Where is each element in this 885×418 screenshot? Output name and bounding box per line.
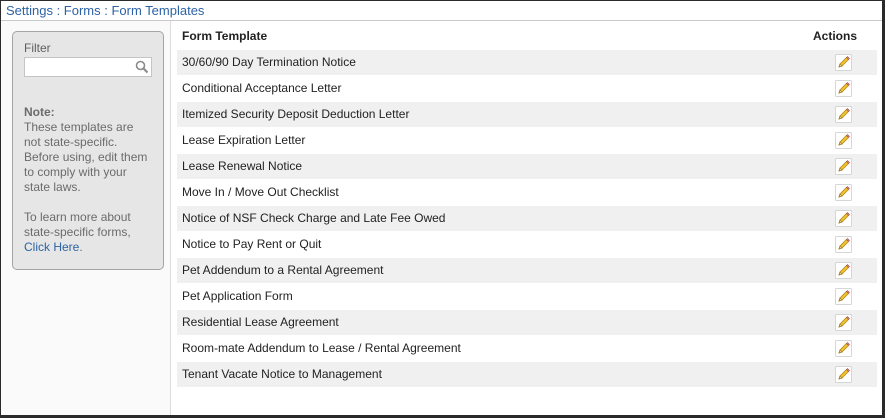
form-template-name[interactable]: 30/60/90 Day Termination Notice <box>182 55 356 69</box>
click-here-link[interactable]: Click Here <box>24 240 79 254</box>
note-learn-more-text: To learn more about state-specific forms… <box>24 210 131 239</box>
column-header-form-template: Form Template <box>182 29 268 43</box>
table-body: 30/60/90 Day Termination Notice Condition… <box>177 50 877 388</box>
edit-pencil-icon[interactable] <box>835 288 852 305</box>
edit-pencil-icon[interactable] <box>835 236 852 253</box>
edit-pencil-icon[interactable] <box>835 366 852 383</box>
table-row: Notice of NSF Check Charge and Late Fee … <box>177 206 877 232</box>
form-template-name[interactable]: Itemized Security Deposit Deduction Lett… <box>182 107 409 121</box>
table-row: Lease Renewal Notice <box>177 154 877 180</box>
edit-pencil-icon[interactable] <box>835 262 852 279</box>
form-template-name[interactable]: Lease Renewal Notice <box>182 159 302 173</box>
note-block: Note: These templates are not state-spec… <box>24 105 152 255</box>
table-row: Room-mate Addendum to Lease / Rental Agr… <box>177 336 877 362</box>
form-template-name[interactable]: Room-mate Addendum to Lease / Rental Agr… <box>182 341 461 355</box>
form-template-name[interactable]: Notice to Pay Rent or Quit <box>182 237 321 251</box>
table-row: Pet Application Form <box>177 284 877 310</box>
edit-pencil-icon[interactable] <box>835 106 852 123</box>
edit-pencil-icon[interactable] <box>835 158 852 175</box>
form-template-name[interactable]: Notice of NSF Check Charge and Late Fee … <box>182 211 445 225</box>
table-row: Lease Expiration Letter <box>177 128 877 154</box>
filter-field[interactable] <box>24 57 152 77</box>
note-text: These templates are not state-specific. … <box>24 120 148 194</box>
filter-input[interactable] <box>25 58 135 76</box>
table-row: Itemized Security Deposit Deduction Lett… <box>177 102 877 128</box>
table-row: Pet Addendum to a Rental Agreement <box>177 258 877 284</box>
table-row: Notice to Pay Rent or Quit <box>177 232 877 258</box>
form-template-name[interactable]: Conditional Acceptance Letter <box>182 81 341 95</box>
form-template-name[interactable]: Pet Application Form <box>182 289 293 303</box>
table-row: Conditional Acceptance Letter <box>177 76 877 102</box>
search-icon[interactable] <box>135 60 149 74</box>
table-row: Move In / Move Out Checklist <box>177 180 877 206</box>
form-templates-table: Form Template Actions 30/60/90 Day Termi… <box>177 21 877 388</box>
form-template-name[interactable]: Tenant Vacate Notice to Management <box>182 367 382 381</box>
edit-pencil-icon[interactable] <box>835 184 852 201</box>
filter-panel: Filter Note: These templates are not sta… <box>12 31 164 270</box>
edit-pencil-icon[interactable] <box>835 132 852 149</box>
table-row: Tenant Vacate Notice to Management <box>177 362 877 388</box>
breadcrumb: Settings : Forms : Form Templates <box>6 3 205 18</box>
edit-pencil-icon[interactable] <box>835 314 852 331</box>
link-suffix: . <box>79 240 83 254</box>
form-template-name[interactable]: Pet Addendum to a Rental Agreement <box>182 263 383 277</box>
table-header: Form Template Actions <box>177 21 877 50</box>
edit-pencil-icon[interactable] <box>835 340 852 357</box>
edit-pencil-icon[interactable] <box>835 80 852 97</box>
form-template-name[interactable]: Lease Expiration Letter <box>182 133 305 147</box>
window-frame: Settings : Forms : Form Templates Filter… <box>0 0 885 418</box>
note-title: Note: <box>24 105 55 119</box>
title-bar: Settings : Forms : Form Templates <box>1 1 882 21</box>
form-template-name[interactable]: Residential Lease Agreement <box>182 315 339 329</box>
table-row: Residential Lease Agreement <box>177 310 877 336</box>
form-template-name[interactable]: Move In / Move Out Checklist <box>182 185 339 199</box>
left-sidebar: Filter Note: These templates are not sta… <box>1 21 171 415</box>
filter-label: Filter <box>24 41 51 55</box>
note-learn-more: To learn more about state-specific forms… <box>24 210 152 255</box>
edit-pencil-icon[interactable] <box>835 54 852 71</box>
edit-pencil-icon[interactable] <box>835 210 852 227</box>
column-header-actions: Actions <box>813 29 858 43</box>
table-row: 30/60/90 Day Termination Notice <box>177 50 877 76</box>
